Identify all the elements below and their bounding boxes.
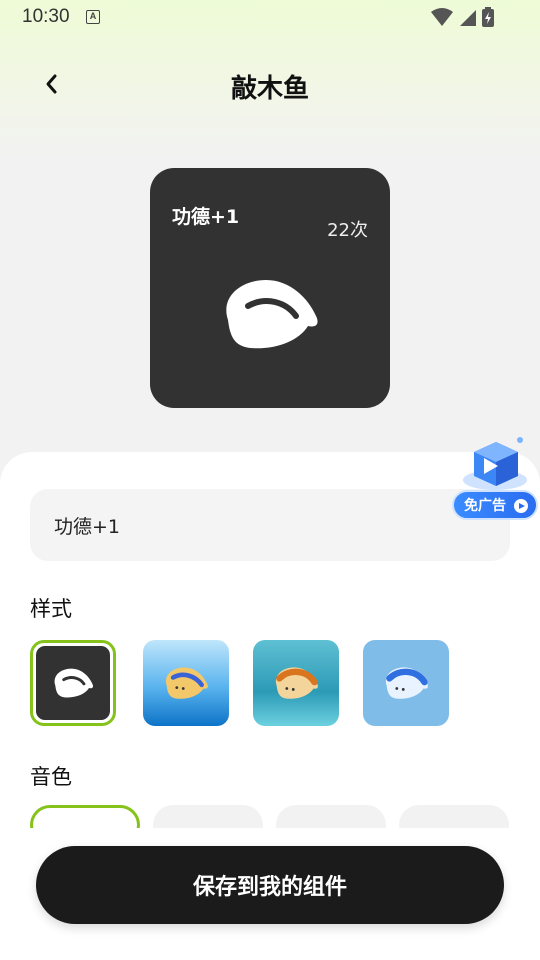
signal-icon <box>460 10 476 26</box>
status-icons <box>430 7 500 29</box>
wooden-fish-icon <box>385 667 428 699</box>
widget-preview-card[interactable]: 功德+1 22次 <box>150 168 390 408</box>
widget-name-input[interactable] <box>30 489 510 561</box>
page-title: 敲木鱼 <box>230 74 309 104</box>
play-arrow-icon <box>514 499 528 513</box>
preview-count: 22次 <box>327 220 368 241</box>
preview-label: 功德+1 <box>172 206 240 228</box>
ad-free-pill[interactable]: 免广告 <box>452 490 538 520</box>
wifi-icon <box>431 8 453 26</box>
sound-section-title: 音色 <box>30 765 72 789</box>
style-option-blue-sky[interactable] <box>143 640 229 726</box>
wooden-fish-icon <box>165 667 208 699</box>
style-option-dark[interactable] <box>30 640 116 726</box>
wooden-fish-icon <box>220 276 320 356</box>
wooden-fish-icon <box>54 668 94 698</box>
settings-sheet: 样式 <box>0 452 540 960</box>
status-time: 10:30 <box>22 6 70 27</box>
wooden-fish-icon <box>275 667 318 699</box>
style-section-title: 样式 <box>30 597 72 621</box>
status-bar: 10:30 A <box>0 0 540 34</box>
style-option-teal-sea[interactable] <box>253 640 339 726</box>
notification-a-icon: A <box>86 10 100 24</box>
bottom-action-bar: 保存到我的组件 <box>0 828 540 960</box>
ad-free-badge[interactable]: 免广告 <box>450 432 540 524</box>
play-cube-icon <box>462 432 528 496</box>
ad-free-label: 免广告 <box>464 498 506 514</box>
style-option-light-blue[interactable] <box>363 640 449 726</box>
save-to-widgets-button[interactable]: 保存到我的组件 <box>36 846 504 924</box>
battery-icon <box>482 7 494 27</box>
